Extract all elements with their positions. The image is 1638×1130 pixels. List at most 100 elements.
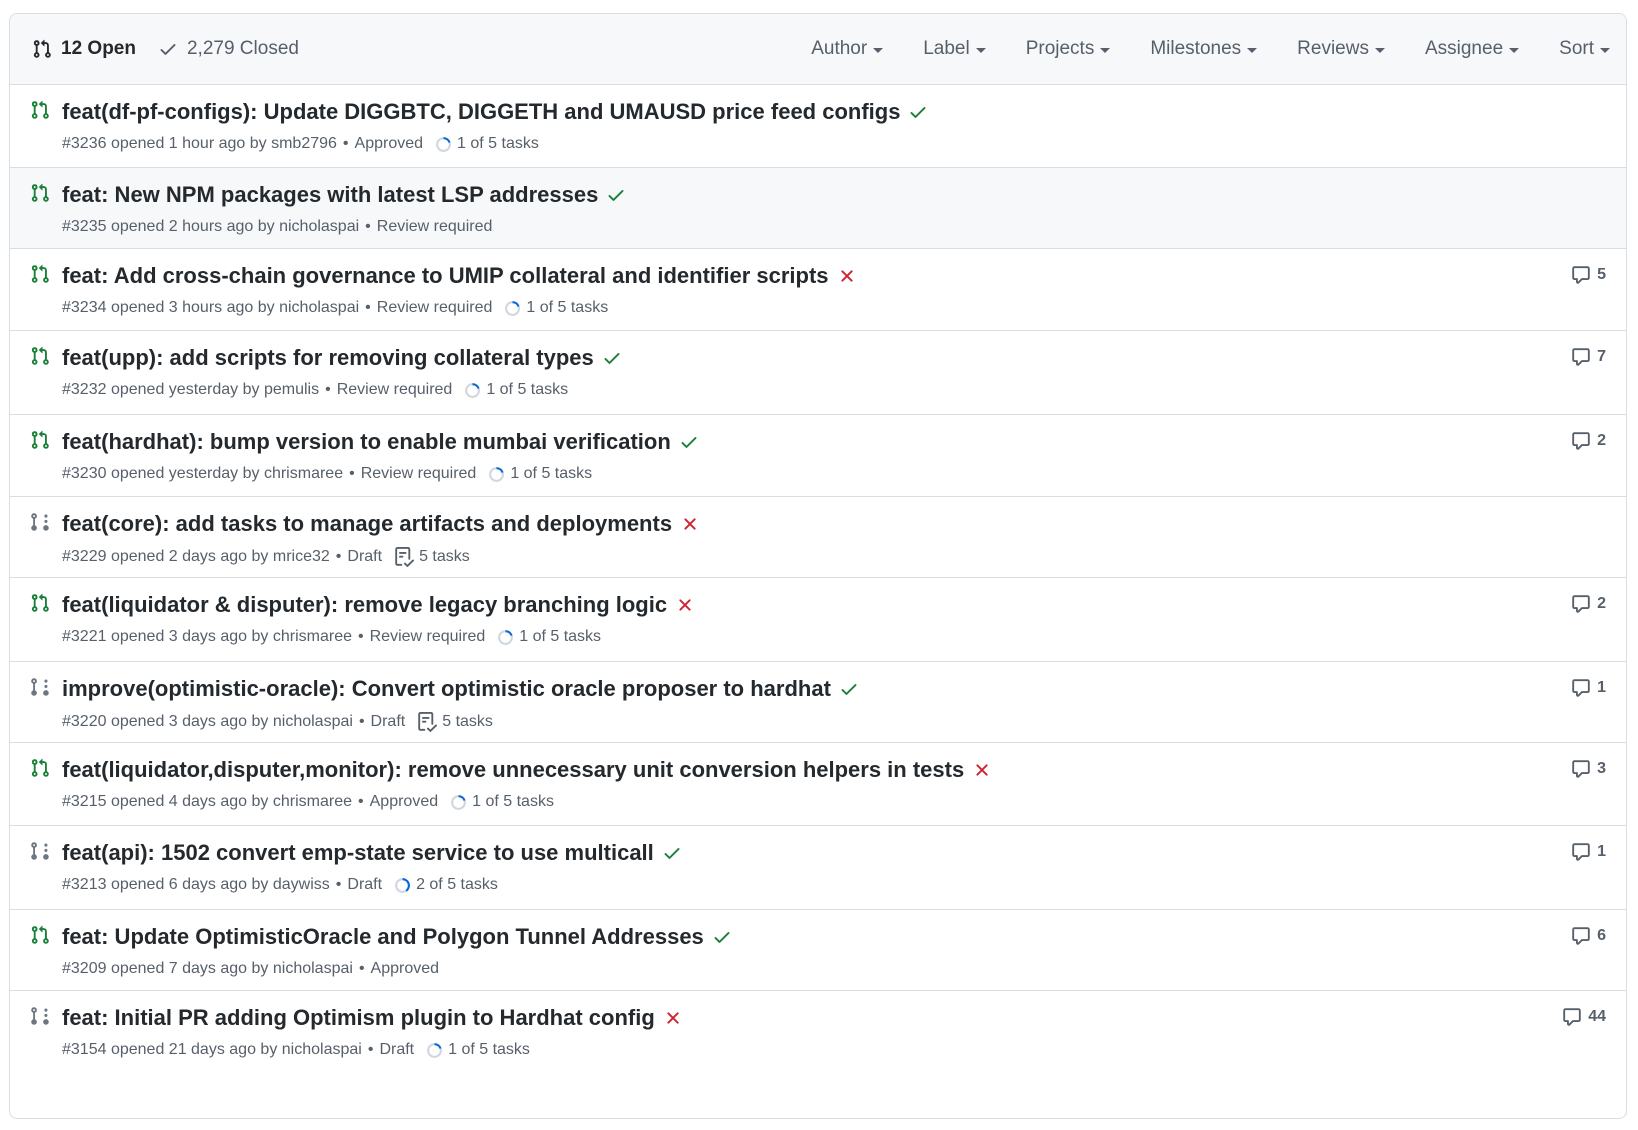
ci-status[interactable] [663, 1008, 683, 1028]
ci-status[interactable] [972, 760, 992, 780]
comment-count: 44 [1588, 1008, 1606, 1025]
table-row[interactable]: improve(optimistic-oracle): Convert opti… [10, 662, 1626, 743]
review-status[interactable]: Review required [361, 465, 477, 483]
check-icon [604, 353, 620, 364]
task-progress[interactable]: 1 of 5 tasks [426, 1041, 530, 1059]
title-line: feat(liquidator & disputer): remove lega… [62, 592, 695, 618]
review-status[interactable]: Draft [371, 713, 406, 731]
check-icon [910, 107, 926, 118]
filter-label: Author [811, 38, 868, 59]
table-row[interactable]: feat: Update OptimisticOracle and Polygo… [10, 910, 1626, 991]
table-row[interactable]: feat(core): add tasks to manage artifact… [10, 497, 1626, 578]
comments-link[interactable]: 7 [1571, 347, 1606, 367]
task-progress[interactable]: 1 of 5 tasks [464, 381, 568, 399]
ci-status[interactable] [606, 185, 626, 205]
separator: • [365, 218, 371, 235]
pr-title-link[interactable]: feat: Update OptimisticOracle and Polygo… [62, 924, 704, 950]
pr-author-link[interactable]: nicholaspai [282, 1041, 362, 1059]
ci-status[interactable] [602, 348, 622, 368]
ci-status[interactable] [839, 679, 859, 699]
pr-title-link[interactable]: feat(liquidator,disputer,monitor): remov… [62, 757, 964, 783]
table-row[interactable]: feat(hardhat): bump version to enable mu… [10, 415, 1626, 497]
ci-status[interactable] [675, 595, 695, 615]
task-progress[interactable]: 2 of 5 tasks [394, 876, 498, 894]
pr-author-link[interactable]: nicholaspai [279, 218, 359, 236]
review-status[interactable]: Review required [377, 218, 493, 236]
pr-title-link[interactable]: improve(optimistic-oracle): Convert opti… [62, 676, 831, 702]
ci-status[interactable] [908, 102, 928, 122]
task-list[interactable]: 5 tasks [417, 712, 493, 732]
pr-author-link[interactable]: mrice32 [273, 548, 330, 566]
task-progress-icon [451, 794, 467, 810]
table-row[interactable]: feat: Add cross-chain governance to UMIP… [10, 249, 1626, 331]
comments-link[interactable]: 44 [1562, 1007, 1606, 1027]
sort-filter[interactable]: Sort [1559, 38, 1610, 60]
comments-link[interactable]: 2 [1571, 594, 1606, 614]
table-row[interactable]: feat(upp): add scripts for removing coll… [10, 331, 1626, 415]
ci-status[interactable] [662, 843, 682, 863]
task-progress[interactable]: 1 of 5 tasks [488, 465, 592, 483]
pr-author-link[interactable]: daywiss [273, 876, 330, 894]
review-status[interactable]: Draft [347, 876, 382, 894]
label-filter[interactable]: Label [923, 38, 986, 60]
pr-state [30, 840, 50, 867]
pr-author-link[interactable]: chrismaree [273, 628, 352, 646]
author-filter[interactable]: Author [811, 38, 884, 60]
table-row[interactable]: feat(api): 1502 convert emp-state servic… [10, 826, 1626, 910]
review-status[interactable]: Approved [355, 135, 424, 153]
pr-title-link[interactable]: feat: Add cross-chain governance to UMIP… [62, 263, 829, 289]
comments-link[interactable]: 1 [1571, 842, 1606, 862]
pr-title-link[interactable]: feat: New NPM packages with latest LSP a… [62, 182, 598, 208]
title-line: feat(api): 1502 convert emp-state servic… [62, 840, 682, 866]
pr-title-link[interactable]: feat(liquidator & disputer): remove lega… [62, 592, 667, 618]
projects-filter[interactable]: Projects [1026, 38, 1111, 60]
pr-title-link[interactable]: feat(api): 1502 convert emp-state servic… [62, 840, 654, 866]
task-progress[interactable]: 1 of 5 tasks [497, 628, 601, 646]
pr-author-link[interactable]: smb2796 [271, 135, 337, 153]
pr-title-link[interactable]: feat(df-pf-configs): Update DIGGBTC, DIG… [62, 99, 900, 125]
pr-title-link[interactable]: feat(core): add tasks to manage artifact… [62, 511, 672, 537]
task-progress[interactable]: 1 of 5 tasks [435, 135, 539, 153]
pr-title-link[interactable]: feat(hardhat): bump version to enable mu… [62, 429, 671, 455]
comments-link[interactable]: 3 [1571, 759, 1606, 779]
table-row[interactable]: feat(liquidator,disputer,monitor): remov… [10, 743, 1626, 826]
review-status[interactable]: Review required [377, 299, 493, 317]
review-status[interactable]: Draft [347, 548, 382, 566]
comments-link[interactable]: 5 [1571, 265, 1606, 285]
pr-author-link[interactable]: chrismaree [273, 793, 352, 811]
table-row[interactable]: feat(df-pf-configs): Update DIGGBTC, DIG… [10, 85, 1626, 168]
ci-status[interactable] [712, 927, 732, 947]
ci-status[interactable] [680, 514, 700, 534]
review-status[interactable]: Draft [379, 1041, 414, 1059]
comments-link[interactable]: 6 [1571, 926, 1606, 946]
table-row[interactable]: feat(liquidator & disputer): remove lega… [10, 578, 1626, 662]
review-status[interactable]: Review required [337, 381, 453, 399]
review-status[interactable]: Approved [371, 960, 440, 978]
table-row[interactable]: feat: New NPM packages with latest LSP a… [10, 168, 1626, 249]
pr-author-link[interactable]: chrismaree [264, 465, 343, 483]
pr-title-link[interactable]: feat(upp): add scripts for removing coll… [62, 345, 594, 371]
open-filter[interactable]: 12 Open [32, 38, 136, 60]
task-progress[interactable]: 1 of 5 tasks [450, 793, 554, 811]
table-row[interactable]: feat: Initial PR adding Optimism plugin … [10, 991, 1626, 1073]
reviews-filter[interactable]: Reviews [1297, 38, 1385, 60]
pr-author-link[interactable]: pemulis [264, 381, 319, 399]
pr-title-link[interactable]: feat: Initial PR adding Optimism plugin … [62, 1005, 655, 1031]
task-progress[interactable]: 1 of 5 tasks [504, 299, 608, 317]
assignee-filter[interactable]: Assignee [1425, 38, 1520, 60]
pr-author-link[interactable]: nicholaspai [279, 299, 359, 317]
ci-status[interactable] [837, 266, 857, 286]
task-list[interactable]: 5 tasks [394, 547, 470, 567]
review-status[interactable]: Approved [370, 793, 439, 811]
pr-author-link[interactable]: nicholaspai [273, 960, 353, 978]
closed-filter[interactable]: 2,279 Closed [158, 38, 299, 60]
comments-link[interactable]: 2 [1571, 431, 1606, 451]
ci-status[interactable] [679, 432, 699, 452]
review-status[interactable]: Review required [370, 628, 486, 646]
pr-meta: #3230 opened yesterday by chrismaree • R… [62, 465, 592, 483]
comments-link[interactable]: 1 [1571, 678, 1606, 698]
pr-author-link[interactable]: nicholaspai [273, 713, 353, 731]
milestones-filter[interactable]: Milestones [1150, 38, 1258, 60]
task-label: 1 of 5 tasks [519, 628, 602, 645]
filter-label: Label [923, 38, 970, 59]
